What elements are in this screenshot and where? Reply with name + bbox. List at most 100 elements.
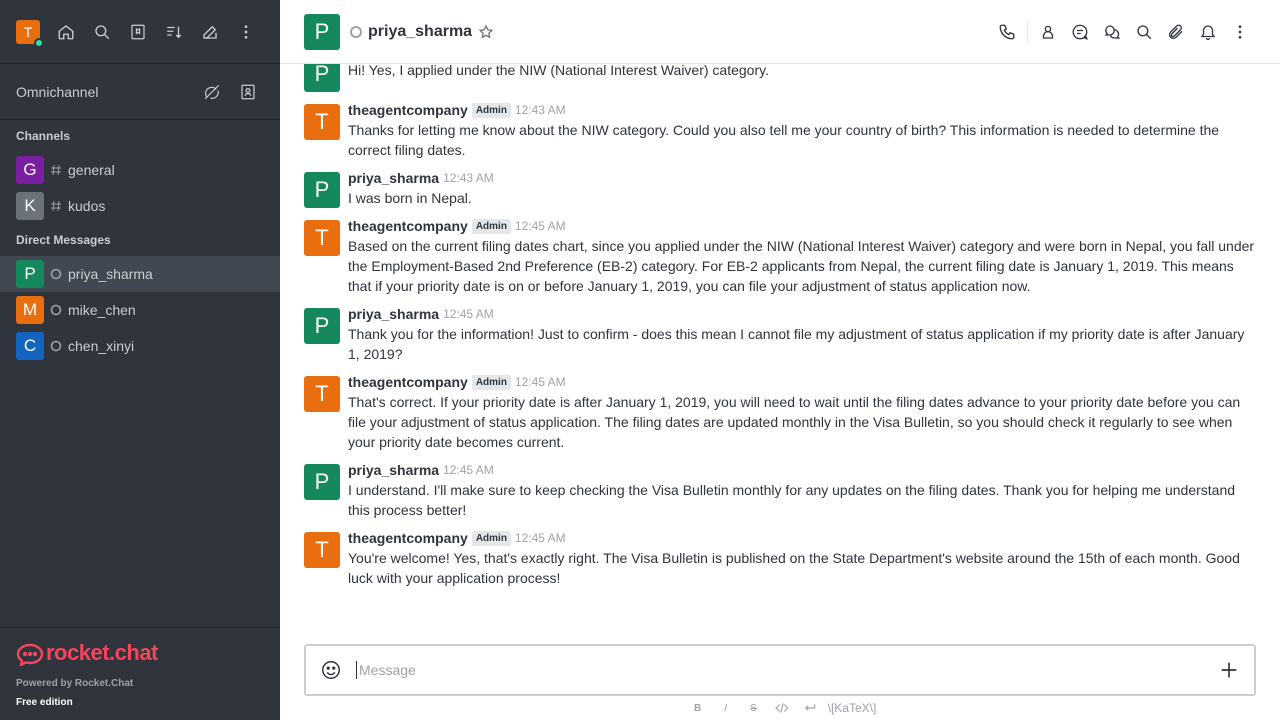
message-avatar[interactable]: P (304, 308, 340, 344)
message-username[interactable]: priya_sharma (348, 306, 439, 322)
message-avatar[interactable]: P (304, 172, 340, 208)
threads-icon[interactable] (1064, 16, 1096, 48)
message-username[interactable]: theagentcompany (348, 218, 468, 234)
channel-avatar: K (16, 192, 44, 220)
message-list[interactable]: P Hi! Yes, I applied under the NIW (Nati… (280, 64, 1280, 634)
message[interactable]: P priya_sharma 12:45 AM I understand. I'… (304, 456, 1256, 524)
message[interactable]: P Hi! Yes, I applied under the NIW (Nati… (304, 64, 1256, 96)
hashtag-icon (50, 164, 62, 176)
offline-status-icon (50, 340, 62, 352)
user-avatar-initial: T (23, 23, 33, 40)
message[interactable]: P priya_sharma 12:45 AM Thank you for th… (304, 300, 1256, 368)
sidebar-item-label: priya_sharma (68, 266, 153, 282)
kebab-menu-icon[interactable] (228, 16, 264, 48)
message-avatar[interactable]: T (304, 376, 340, 412)
multiline-icon[interactable] (796, 701, 824, 715)
admin-role-badge: Admin (471, 102, 511, 118)
room-title[interactable]: priya_sharma (368, 23, 472, 41)
online-status-dot (34, 37, 44, 48)
omnichannel-offline-icon[interactable] (196, 76, 228, 108)
dm-avatar: M (16, 296, 44, 324)
message-text: Thanks for letting me know about the NIW… (348, 122, 1220, 158)
message-composer (304, 644, 1256, 696)
sidebar-item-label: kudos (68, 198, 106, 214)
message-username[interactable]: theagentcompany (348, 102, 468, 118)
admin-role-badge: Admin (471, 530, 511, 546)
message-text: You're welcome! Yes, that's exactly righ… (348, 550, 1240, 586)
plus-icon[interactable] (1218, 659, 1240, 681)
message[interactable]: T theagentcompany Admin 12:45 AM You're … (304, 524, 1256, 592)
offline-status-icon (350, 25, 362, 38)
bold-icon[interactable]: B (684, 703, 712, 714)
message-text: Thank you for the information! Just to c… (348, 326, 1245, 362)
message-timestamp[interactable]: 12:43 AM (515, 103, 566, 117)
notification-bell-icon[interactable] (1192, 16, 1224, 48)
sidebar-item-general[interactable]: G general (0, 152, 280, 188)
room-header: P priya_sharma (280, 0, 1280, 64)
sidebar-item-label: general (68, 162, 115, 178)
message-timestamp[interactable]: 12:45 AM (515, 531, 566, 545)
attachment-icon[interactable] (1160, 16, 1192, 48)
message-timestamp[interactable]: 12:45 AM (515, 375, 566, 389)
sidebar-item-mike-chen[interactable]: M mike_chen (0, 292, 280, 328)
strikethrough-icon[interactable]: S (740, 703, 768, 714)
user-info-icon[interactable] (1032, 16, 1064, 48)
message-avatar[interactable]: P (304, 464, 340, 500)
search-icon[interactable] (84, 16, 120, 48)
search-messages-icon[interactable] (1128, 16, 1160, 48)
message[interactable]: P priya_sharma 12:43 AM I was born in Ne… (304, 164, 1256, 212)
sidebar: T Omnichannel Channels G general K kudos… (0, 0, 280, 720)
code-icon[interactable] (768, 701, 796, 715)
star-icon[interactable] (478, 23, 494, 40)
dm-avatar: C (16, 332, 44, 360)
message-avatar[interactable]: T (304, 104, 340, 140)
message-text: I understand. I'll make sure to keep che… (348, 482, 1236, 518)
kebab-menu-icon[interactable] (1224, 16, 1256, 48)
logo-text: rocket.chat (46, 640, 158, 665)
message-timestamp[interactable]: 12:45 AM (443, 307, 494, 321)
emoji-icon[interactable] (320, 659, 342, 681)
user-avatar[interactable]: T (16, 19, 44, 48)
message-text: Based on the current filing dates chart,… (348, 238, 1255, 294)
omnichannel-bar: Omnichannel (0, 64, 280, 120)
message-timestamp[interactable]: 12:45 AM (515, 219, 566, 233)
edition-text: Free edition (16, 697, 73, 708)
message-text: That's correct. If your priority date is… (348, 394, 1241, 450)
dm-avatar: P (16, 260, 44, 288)
call-icon[interactable] (991, 16, 1023, 48)
message-timestamp[interactable]: 12:45 AM (443, 463, 494, 477)
directory-icon[interactable] (120, 16, 156, 48)
message-avatar[interactable]: T (304, 532, 340, 568)
sidebar-topbar: T (0, 0, 280, 64)
message-username[interactable]: priya_sharma (348, 462, 439, 478)
message-avatar[interactable]: P (304, 64, 340, 92)
room-avatar[interactable]: P (304, 13, 340, 50)
formatting-toolbar: B I S \[KaTeX\] (280, 700, 1280, 716)
katex-button[interactable]: \[KaTeX\] (824, 701, 877, 715)
message[interactable]: T theagentcompany Admin 12:45 AM That's … (304, 368, 1256, 456)
message-avatar[interactable]: T (304, 220, 340, 256)
message-username[interactable]: priya_sharma (348, 170, 439, 186)
main-room: P priya_sharma P Hi! Yes, I applied unde… (280, 0, 1280, 720)
message-username[interactable]: theagentcompany (348, 530, 468, 546)
sidebar-item-kudos[interactable]: K kudos (0, 188, 280, 224)
channel-avatar: G (16, 156, 44, 184)
sort-icon[interactable] (156, 16, 192, 48)
channels-section-title: Channels (16, 129, 71, 143)
sidebar-item-priya-sharma[interactable]: P priya_sharma (0, 256, 280, 292)
message[interactable]: T theagentcompany Admin 12:45 AM Based o… (304, 212, 1256, 300)
admin-role-badge: Admin (471, 218, 511, 234)
message[interactable]: T theagentcompany Admin 12:43 AM Thanks … (304, 96, 1256, 164)
create-new-icon[interactable] (192, 16, 228, 48)
italic-icon[interactable]: I (712, 703, 740, 714)
contact-center-icon[interactable] (232, 76, 264, 108)
hashtag-icon (50, 200, 62, 212)
message-input[interactable] (356, 661, 1218, 679)
sidebar-item-chen-xinyi[interactable]: C chen_xinyi (0, 328, 280, 364)
offline-status-icon (50, 304, 62, 316)
discussions-icon[interactable] (1096, 16, 1128, 48)
message-username[interactable]: theagentcompany (348, 374, 468, 390)
powered-by-text: Powered by Rocket.Chat (16, 678, 134, 689)
message-timestamp[interactable]: 12:43 AM (443, 171, 494, 185)
home-icon[interactable] (48, 16, 84, 48)
